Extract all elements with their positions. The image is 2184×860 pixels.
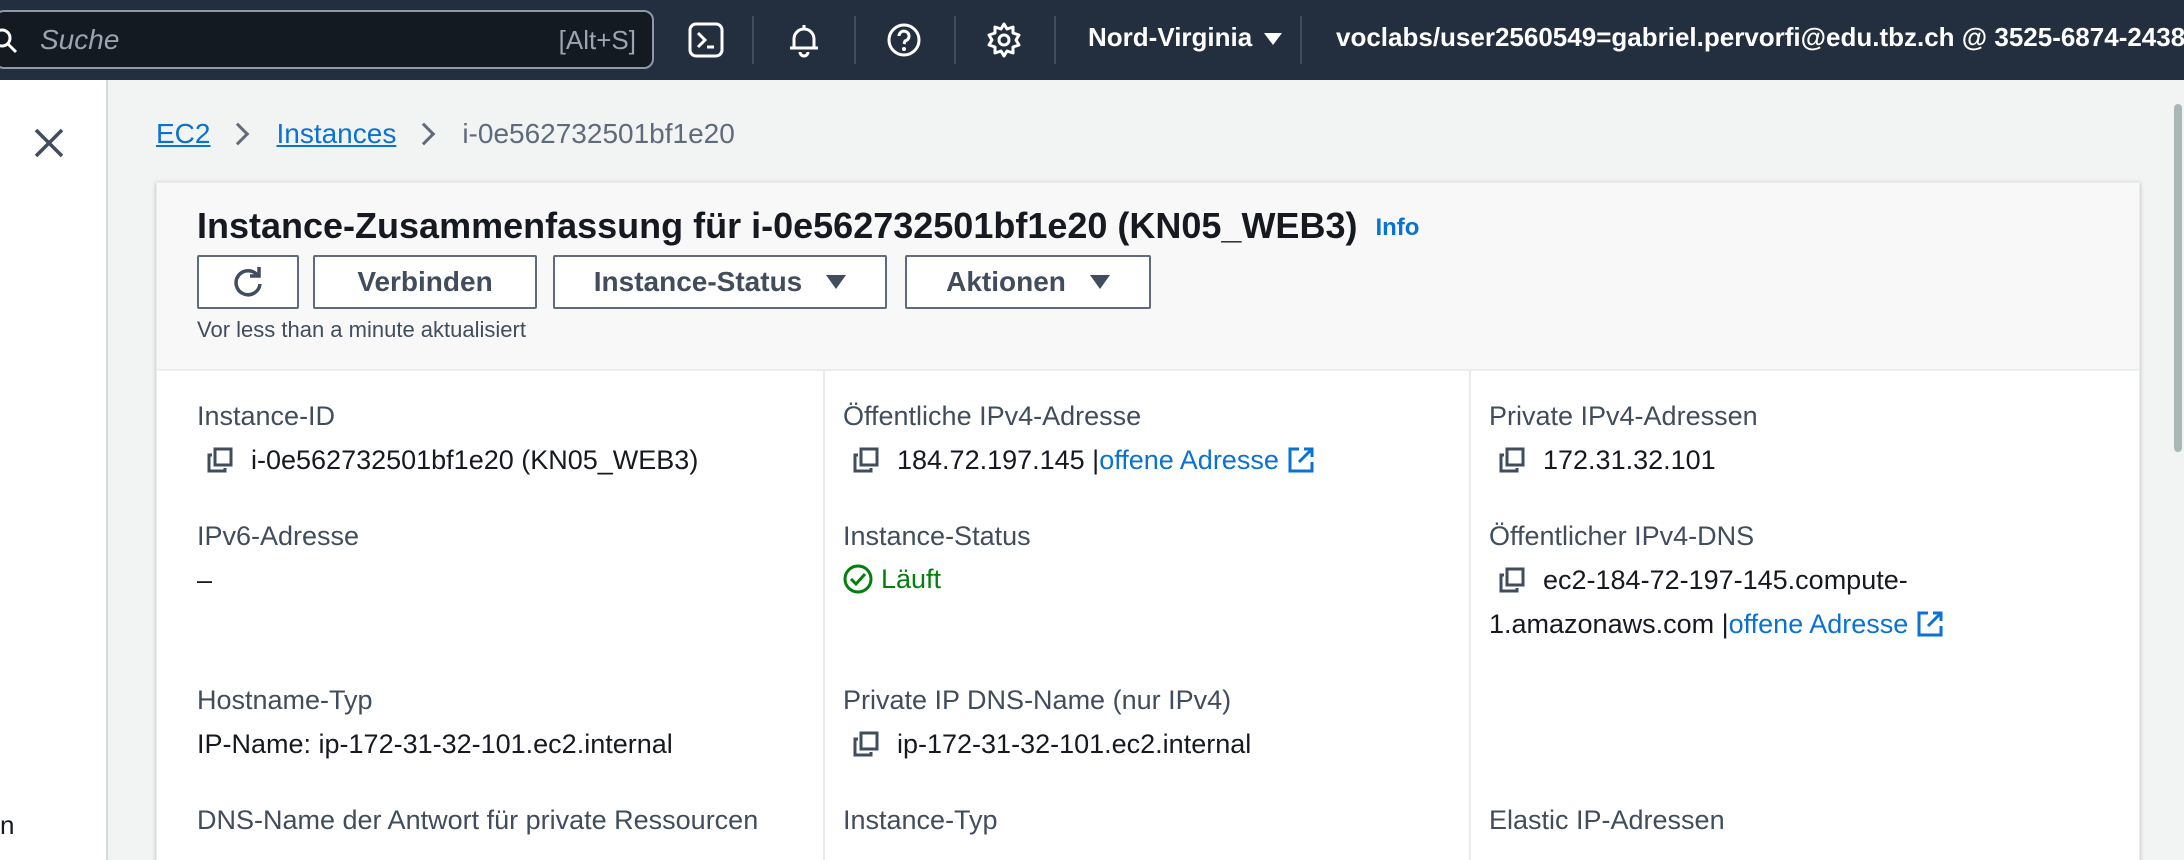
copy-icon[interactable] bbox=[1499, 447, 1525, 473]
toolbar-divider bbox=[1054, 16, 1056, 64]
instance-state-value: Läuft bbox=[843, 564, 941, 595]
elastic-ip-label: Elastic IP-Adressen bbox=[1489, 805, 1725, 835]
open-address-link[interactable]: offene Adresse bbox=[1099, 445, 1279, 475]
caret-down-icon bbox=[826, 275, 847, 289]
refresh-icon bbox=[234, 267, 262, 297]
public-dns-label: Öffentlicher IPv4-DNS bbox=[1489, 521, 1755, 551]
page-title: Instance-Zusammenfassung für i-0e5627325… bbox=[197, 205, 1419, 247]
region-label: Nord-Virginia bbox=[1088, 22, 1253, 52]
search-input[interactable]: Suche [Alt+S] bbox=[0, 10, 654, 69]
private-dns-text: ip-172-31-32-101.ec2.internal bbox=[897, 729, 1252, 759]
column-divider bbox=[1469, 371, 1471, 860]
private-dns-label: Private IP DNS-Name (nur IPv4) bbox=[843, 685, 1232, 715]
private-ipv4-value: 172.31.32.101 bbox=[1499, 445, 1716, 476]
private-ipv4-text: 172.31.32.101 bbox=[1543, 445, 1716, 475]
side-navigation bbox=[0, 80, 108, 860]
toolbar-divider bbox=[1300, 16, 1302, 64]
resource-dns-label: DNS-Name der Antwort für private Ressour… bbox=[197, 805, 759, 835]
caret-down-icon bbox=[1264, 33, 1283, 46]
connect-button-label: Verbinden bbox=[357, 266, 493, 297]
instance-type-label: Instance-Typ bbox=[843, 805, 998, 835]
instance-summary-panel: Instance-Zusammenfassung für i-0e5627325… bbox=[156, 182, 2140, 860]
external-link-icon[interactable] bbox=[1287, 446, 1315, 474]
actions-button-label: Aktionen bbox=[946, 266, 1066, 297]
hostname-type-label: Hostname-Typ bbox=[197, 685, 373, 715]
toolbar-divider bbox=[954, 16, 956, 64]
breadcrumb-current: i-0e562732501bf1e20 bbox=[462, 118, 735, 149]
instance-id-text: i-0e562732501bf1e20 (KN05_WEB3) bbox=[251, 445, 699, 475]
copy-icon[interactable] bbox=[207, 447, 233, 473]
chevron-right-icon bbox=[227, 122, 250, 146]
gear-icon[interactable] bbox=[984, 20, 1024, 60]
instance-id-label: Instance-ID bbox=[197, 401, 336, 431]
top-navigation-bar: Suche [Alt+S] Nord-Virginia voclabs/user… bbox=[0, 0, 2184, 80]
connect-button[interactable]: Verbinden bbox=[313, 255, 537, 309]
instance-status-button-label: Instance-Status bbox=[593, 266, 803, 297]
close-icon[interactable] bbox=[32, 126, 68, 162]
public-dns-text-2: 1.amazonaws.com | bbox=[1489, 609, 1729, 639]
panel-header: Instance-Zusammenfassung für i-0e5627325… bbox=[157, 183, 2139, 371]
refresh-button[interactable] bbox=[197, 255, 299, 309]
copy-icon[interactable] bbox=[853, 731, 879, 757]
region-selector[interactable]: Nord-Virginia bbox=[1088, 22, 1283, 53]
search-placeholder: Suche bbox=[40, 24, 120, 55]
toolbar-divider bbox=[752, 16, 754, 64]
instance-id-value: i-0e562732501bf1e20 (KN05_WEB3) bbox=[207, 445, 698, 476]
breadcrumb-instances[interactable]: Instances bbox=[276, 118, 396, 150]
instance-status-button[interactable]: Instance-Status bbox=[553, 255, 887, 309]
hostname-type-value: IP-Name: ip-172-31-32-101.ec2.internal bbox=[197, 729, 673, 759]
copy-icon[interactable] bbox=[1499, 567, 1525, 593]
private-dns-value: ip-172-31-32-101.ec2.internal bbox=[853, 729, 1251, 760]
instance-state-label: Instance-Status bbox=[843, 521, 1031, 551]
breadcrumb-ec2[interactable]: EC2 bbox=[156, 118, 210, 150]
scrollbar-thumb[interactable] bbox=[2174, 104, 2182, 452]
bell-icon[interactable] bbox=[784, 20, 824, 60]
actions-button[interactable]: Aktionen bbox=[905, 255, 1151, 309]
public-ipv4-text: 184.72.197.145 | bbox=[897, 445, 1100, 475]
cloudshell-icon[interactable] bbox=[686, 20, 726, 60]
account-label: voclabs/user2560549=gabriel.pervorfi@edu… bbox=[1336, 22, 2184, 52]
instance-state-text: Läuft bbox=[881, 564, 942, 594]
caret-down-icon bbox=[1089, 275, 1110, 289]
help-icon[interactable] bbox=[884, 20, 924, 60]
public-dns-text-1: ec2-184-72-197-145.compute- bbox=[1543, 565, 1908, 595]
public-dns-value-line1: ec2-184-72-197-145.compute- bbox=[1499, 565, 1908, 596]
ipv6-value: – bbox=[197, 565, 213, 595]
side-navigation-text-fragment: n bbox=[0, 810, 15, 840]
column-divider bbox=[823, 371, 825, 860]
page-title-text: Instance-Zusammenfassung für i-0e5627325… bbox=[197, 205, 1358, 246]
search-icon bbox=[0, 28, 18, 54]
external-link-icon[interactable] bbox=[1916, 610, 1944, 638]
last-updated-text: Vor less than a minute aktualisiert bbox=[197, 317, 526, 342]
copy-icon[interactable] bbox=[853, 447, 879, 473]
open-address-link[interactable]: offene Adresse bbox=[1729, 609, 1909, 639]
account-menu[interactable]: voclabs/user2560549=gabriel.pervorfi@edu… bbox=[1336, 22, 2184, 53]
public-ipv4-value: 184.72.197.145 |offene Adresse bbox=[853, 445, 1315, 476]
private-ipv4-label: Private IPv4-Adressen bbox=[1489, 401, 1758, 431]
public-ipv4-label: Öffentliche IPv4-Adresse bbox=[843, 401, 1142, 431]
info-link[interactable]: Info bbox=[1375, 214, 1419, 241]
breadcrumb: EC2 Instances i-0e562732501bf1e20 bbox=[156, 118, 735, 150]
check-circle-icon bbox=[843, 564, 873, 594]
ipv6-label: IPv6-Adresse bbox=[197, 521, 360, 551]
public-dns-value-line2: 1.amazonaws.com |offene Adresse bbox=[1489, 609, 1944, 640]
search-shortcut: [Alt+S] bbox=[558, 25, 636, 55]
chevron-right-icon bbox=[413, 122, 436, 146]
toolbar-divider bbox=[854, 16, 856, 64]
